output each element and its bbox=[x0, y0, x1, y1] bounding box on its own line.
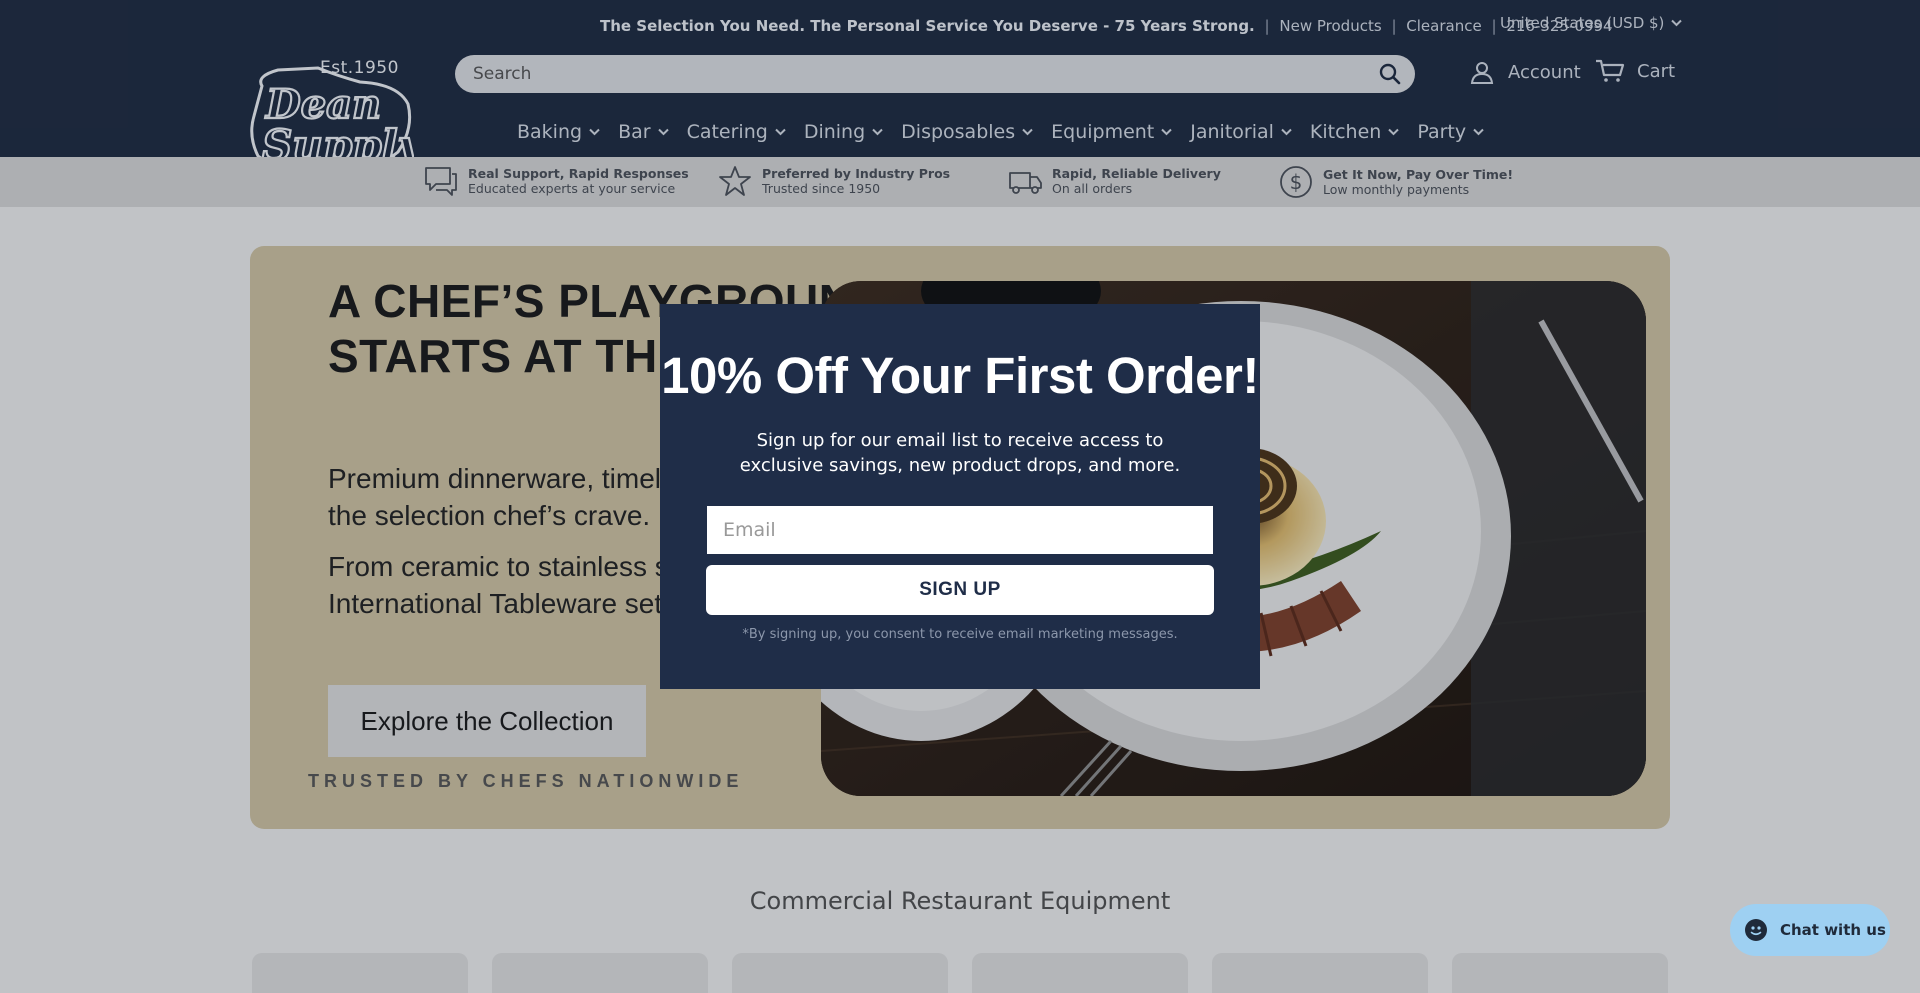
chevron-down-icon bbox=[775, 128, 786, 136]
feature-subtitle: Educated experts at your service bbox=[468, 181, 676, 196]
chevron-down-icon bbox=[1281, 128, 1292, 136]
chevron-down-icon bbox=[872, 128, 883, 136]
star-icon bbox=[719, 166, 751, 196]
feature-subtitle: Trusted since 1950 bbox=[762, 181, 881, 196]
sign-up-button[interactable]: SIGN UP bbox=[706, 565, 1214, 615]
chat-bubble-icon bbox=[425, 167, 457, 196]
feature-title: Preferred by Industry Pros bbox=[762, 166, 951, 181]
cart-link[interactable]: Cart bbox=[1595, 59, 1675, 83]
feature-subtitle: On all orders bbox=[1052, 181, 1133, 196]
chat-icon bbox=[1745, 919, 1767, 941]
search-icon[interactable] bbox=[1379, 63, 1401, 85]
search-input[interactable] bbox=[473, 55, 1353, 93]
category-card[interactable] bbox=[732, 953, 948, 993]
chevron-down-icon bbox=[1388, 128, 1400, 136]
features-bar: Real Support, Rapid Responses Educated ex… bbox=[0, 157, 1920, 207]
dollar-icon: $ bbox=[1280, 166, 1312, 198]
feature-subtitle: Low monthly payments bbox=[1323, 182, 1470, 197]
nav-item-dining[interactable]: Dining bbox=[804, 121, 883, 143]
logo-est: Est.1950 bbox=[320, 58, 399, 78]
nav-item-baking[interactable]: Baking bbox=[517, 121, 600, 143]
feature-title: Get It Now, Pay Over Time! bbox=[1323, 167, 1514, 182]
site-header: The Selection You Need. The Personal Ser… bbox=[0, 0, 1920, 176]
chevron-down-icon bbox=[1671, 19, 1683, 27]
feature-title: Rapid, Reliable Delivery bbox=[1052, 166, 1221, 181]
search-bar[interactable] bbox=[455, 55, 1415, 93]
feature-delivery: Rapid, Reliable Delivery On all orders bbox=[1008, 165, 1221, 197]
clearance-link[interactable]: Clearance bbox=[1406, 17, 1481, 35]
nav-item-bar[interactable]: Bar bbox=[618, 121, 669, 143]
user-icon bbox=[1470, 62, 1494, 84]
truck-icon bbox=[1009, 172, 1042, 194]
account-link[interactable]: Account bbox=[1470, 60, 1581, 84]
feature-preferred: Preferred by Industry Pros Trusted since … bbox=[718, 165, 950, 197]
chat-label: Chat with us bbox=[1780, 921, 1886, 939]
nav-item-janitorial[interactable]: Janitorial bbox=[1190, 121, 1292, 143]
category-card[interactable] bbox=[1452, 953, 1668, 993]
feature-title: Real Support, Rapid Responses bbox=[468, 166, 689, 181]
section-title: Commercial Restaurant Equipment bbox=[749, 887, 1171, 915]
chevron-down-icon bbox=[657, 128, 669, 136]
category-card[interactable] bbox=[972, 953, 1188, 993]
email-field[interactable] bbox=[707, 506, 1213, 554]
category-card[interactable] bbox=[1212, 953, 1428, 993]
cart-icon bbox=[1596, 59, 1625, 82]
main-nav: Baking Bar Catering Dining Disposables E… bbox=[517, 121, 1502, 143]
nav-item-catering[interactable]: Catering bbox=[687, 121, 786, 143]
chevron-down-icon bbox=[1473, 128, 1484, 136]
chevron-down-icon bbox=[589, 128, 600, 136]
account-label: Account bbox=[1508, 61, 1581, 83]
popup-title: 10% Off Your First Order! bbox=[661, 347, 1259, 404]
svg-text:$: $ bbox=[1290, 170, 1303, 194]
currency-selector[interactable]: United States (USD $) bbox=[1500, 14, 1683, 32]
chevron-down-icon bbox=[1022, 128, 1033, 136]
feature-financing: $ Get It Now, Pay Over Time! Low monthly … bbox=[1279, 165, 1513, 199]
announcement-text: The Selection You Need. The Personal Ser… bbox=[600, 17, 1255, 35]
feature-support: Real Support, Rapid Responses Educated ex… bbox=[424, 165, 689, 197]
chevron-down-icon bbox=[1161, 128, 1172, 136]
announcement-bar: The Selection You Need. The Personal Ser… bbox=[600, 17, 1613, 35]
nav-item-kitchen[interactable]: Kitchen bbox=[1310, 121, 1400, 143]
nav-item-disposables[interactable]: Disposables bbox=[901, 121, 1033, 143]
trusted-tagline: TRUSTED BY CHEFS NATIONWIDE bbox=[308, 771, 744, 791]
explore-collection-button[interactable]: Explore the Collection bbox=[328, 685, 646, 757]
newsletter-popup: 10% Off Your First Order! Sign up for ou… bbox=[660, 304, 1260, 689]
nav-item-party[interactable]: Party bbox=[1417, 121, 1484, 143]
popup-description: Sign up for our email list to receive ac… bbox=[739, 430, 1181, 476]
chat-widget-button[interactable]: Chat with us bbox=[1730, 904, 1890, 956]
category-card[interactable] bbox=[492, 953, 708, 993]
category-card[interactable] bbox=[252, 953, 468, 993]
nav-item-equipment[interactable]: Equipment bbox=[1051, 121, 1172, 143]
consent-text: *By signing up, you consent to receive e… bbox=[742, 627, 1178, 642]
new-products-link[interactable]: New Products bbox=[1279, 17, 1381, 35]
cart-label: Cart bbox=[1637, 60, 1676, 82]
currency-label: United States (USD $) bbox=[1500, 14, 1665, 32]
